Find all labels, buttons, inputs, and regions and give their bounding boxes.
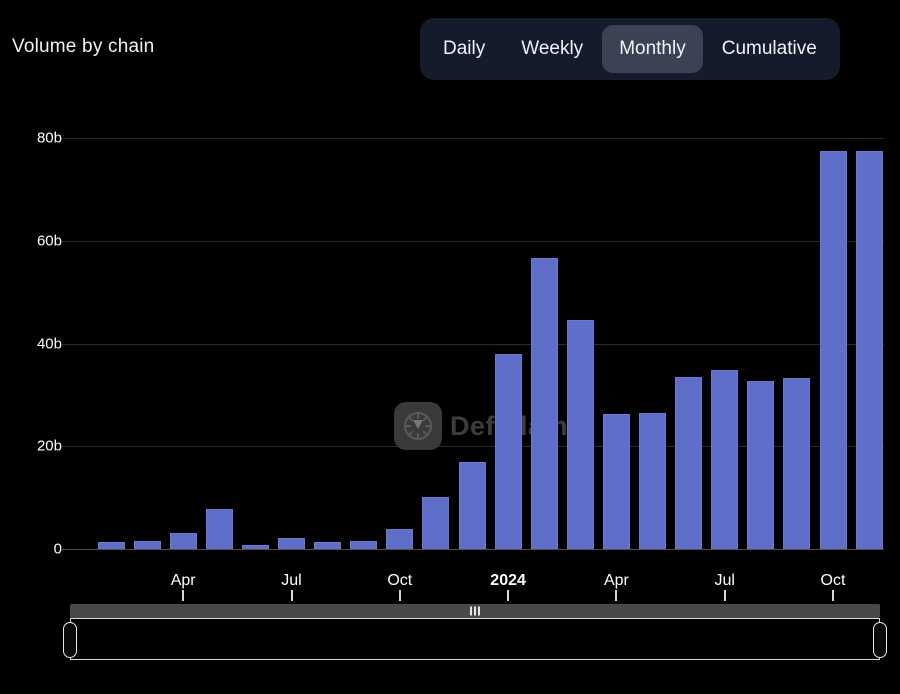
tab-weekly[interactable]: Weekly: [504, 25, 600, 73]
range-window[interactable]: [70, 618, 880, 660]
bar[interactable]: [639, 412, 666, 549]
x-tick-label-Oct: Oct: [820, 572, 846, 589]
bar[interactable]: [602, 413, 630, 549]
bar[interactable]: [494, 353, 522, 549]
bar[interactable]: [855, 150, 883, 549]
range-drag-bar[interactable]: [70, 604, 880, 618]
bar[interactable]: [386, 529, 414, 549]
drag-grip-icon[interactable]: [470, 606, 480, 616]
plot-area: DefiLlama 020b40b60b80b: [0, 96, 900, 590]
bar[interactable]: [783, 377, 811, 549]
x-tick-label-Apr: Apr: [603, 572, 629, 589]
bar[interactable]: [169, 533, 197, 549]
bar[interactable]: [711, 370, 739, 549]
page-title: Volume by chain: [12, 36, 155, 57]
x-tick-label-2024: 2024: [490, 572, 526, 589]
x-tick-label-Jul: Jul: [281, 572, 302, 589]
bar[interactable]: [350, 541, 378, 549]
bar[interactable]: [458, 461, 486, 549]
y-tick-label-20: 20b: [36, 437, 62, 455]
bar[interactable]: [241, 545, 269, 549]
bar[interactable]: [422, 496, 450, 549]
bar[interactable]: [747, 381, 775, 549]
bar[interactable]: [530, 257, 558, 549]
tab-monthly[interactable]: Monthly: [602, 25, 703, 73]
bar[interactable]: [819, 150, 847, 549]
interval-tab-group: Daily Weekly Monthly Cumulative: [420, 18, 840, 80]
x-tick-label-Oct: Oct: [387, 572, 413, 589]
bar[interactable]: [675, 376, 703, 549]
range-handle-left-icon[interactable]: [63, 622, 77, 658]
range-selector[interactable]: [0, 596, 900, 694]
tab-cumulative[interactable]: Cumulative: [705, 25, 834, 73]
chart-page: Volume by chain Daily Weekly Monthly Cum…: [0, 0, 900, 694]
x-tick-label-Jul: Jul: [714, 572, 735, 589]
bar[interactable]: [97, 541, 125, 549]
range-handle-right-icon[interactable]: [873, 622, 887, 658]
bar[interactable]: [314, 541, 342, 549]
chart-header: Volume by chain Daily Weekly Monthly Cum…: [0, 0, 900, 96]
bar-series: [0, 96, 900, 590]
bar[interactable]: [278, 538, 305, 549]
bar[interactable]: [205, 508, 233, 549]
y-tick-label-0: 0: [53, 540, 62, 558]
tab-daily[interactable]: Daily: [426, 25, 502, 73]
y-tick-label-40: 40b: [36, 335, 62, 352]
bar[interactable]: [566, 319, 594, 549]
x-tick-label-Apr: Apr: [170, 572, 196, 589]
y-tick-label-60: 60b: [36, 232, 62, 250]
y-tick-label-80: 80b: [36, 129, 62, 147]
bar[interactable]: [133, 540, 161, 549]
